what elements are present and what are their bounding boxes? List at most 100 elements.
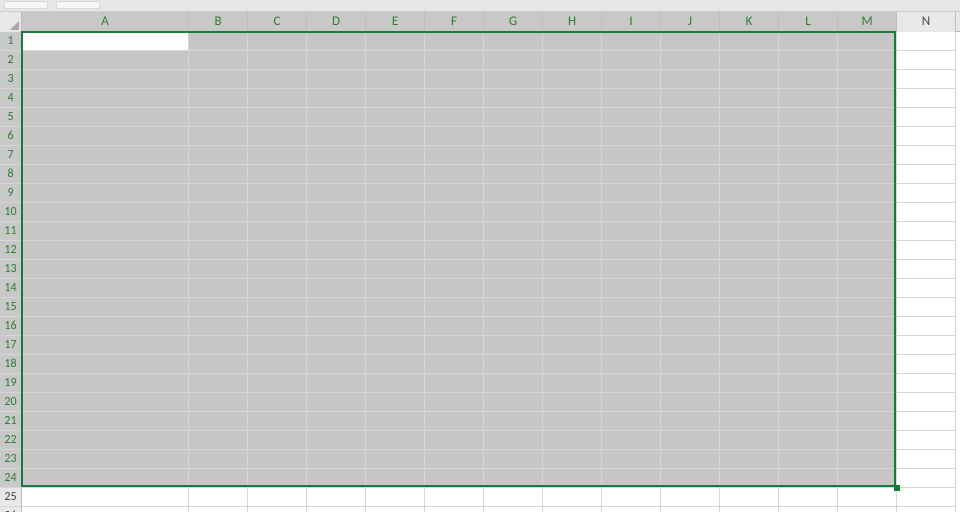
cell-D17[interactable]: [307, 336, 366, 355]
cell-J9[interactable]: [661, 184, 720, 203]
cell-J20[interactable]: [661, 393, 720, 412]
cell-I25[interactable]: [602, 488, 661, 507]
cell-L26[interactable]: [779, 507, 838, 512]
cell-D9[interactable]: [307, 184, 366, 203]
cell-K13[interactable]: [720, 260, 779, 279]
cell-D6[interactable]: [307, 127, 366, 146]
cell-N22[interactable]: [897, 431, 956, 450]
cell-E19[interactable]: [366, 374, 425, 393]
cell-E18[interactable]: [366, 355, 425, 374]
cell-B19[interactable]: [189, 374, 248, 393]
cell-B14[interactable]: [189, 279, 248, 298]
cell-L2[interactable]: [779, 51, 838, 70]
cell-E9[interactable]: [366, 184, 425, 203]
cell-E24[interactable]: [366, 469, 425, 488]
cell-G14[interactable]: [484, 279, 543, 298]
cell-N16[interactable]: [897, 317, 956, 336]
cell-B26[interactable]: [189, 507, 248, 512]
cell-B20[interactable]: [189, 393, 248, 412]
cell-D13[interactable]: [307, 260, 366, 279]
cell-A1[interactable]: [22, 32, 189, 51]
cell-I1[interactable]: [602, 32, 661, 51]
cell-K5[interactable]: [720, 108, 779, 127]
row-header-17[interactable]: 17: [0, 336, 22, 355]
cell-C7[interactable]: [248, 146, 307, 165]
cell-N21[interactable]: [897, 412, 956, 431]
cell-L25[interactable]: [779, 488, 838, 507]
cell-H8[interactable]: [543, 165, 602, 184]
cell-B16[interactable]: [189, 317, 248, 336]
cell-B15[interactable]: [189, 298, 248, 317]
cell-K21[interactable]: [720, 412, 779, 431]
cell-A23[interactable]: [22, 450, 189, 469]
cell-A19[interactable]: [22, 374, 189, 393]
cell-C13[interactable]: [248, 260, 307, 279]
cell-G3[interactable]: [484, 70, 543, 89]
cell-I5[interactable]: [602, 108, 661, 127]
cell-B9[interactable]: [189, 184, 248, 203]
cell-H4[interactable]: [543, 89, 602, 108]
cell-A21[interactable]: [22, 412, 189, 431]
cell-H21[interactable]: [543, 412, 602, 431]
cell-J16[interactable]: [661, 317, 720, 336]
cell-H22[interactable]: [543, 431, 602, 450]
cell-N17[interactable]: [897, 336, 956, 355]
cell-F5[interactable]: [425, 108, 484, 127]
cell-E2[interactable]: [366, 51, 425, 70]
cell-L4[interactable]: [779, 89, 838, 108]
cell-J17[interactable]: [661, 336, 720, 355]
cell-J8[interactable]: [661, 165, 720, 184]
cell-K15[interactable]: [720, 298, 779, 317]
cell-C25[interactable]: [248, 488, 307, 507]
cell-G4[interactable]: [484, 89, 543, 108]
cell-B22[interactable]: [189, 431, 248, 450]
row-header-20[interactable]: 20: [0, 393, 22, 412]
cell-B11[interactable]: [189, 222, 248, 241]
row-header-11[interactable]: 11: [0, 222, 22, 241]
cell-H23[interactable]: [543, 450, 602, 469]
cell-H3[interactable]: [543, 70, 602, 89]
cell-C15[interactable]: [248, 298, 307, 317]
cell-F16[interactable]: [425, 317, 484, 336]
cell-F25[interactable]: [425, 488, 484, 507]
cell-F13[interactable]: [425, 260, 484, 279]
cell-K9[interactable]: [720, 184, 779, 203]
cell-I17[interactable]: [602, 336, 661, 355]
cell-C11[interactable]: [248, 222, 307, 241]
cell-C22[interactable]: [248, 431, 307, 450]
cell-B7[interactable]: [189, 146, 248, 165]
cell-L11[interactable]: [779, 222, 838, 241]
cell-F6[interactable]: [425, 127, 484, 146]
cell-C24[interactable]: [248, 469, 307, 488]
cell-G2[interactable]: [484, 51, 543, 70]
cell-D22[interactable]: [307, 431, 366, 450]
cell-D19[interactable]: [307, 374, 366, 393]
cell-I10[interactable]: [602, 203, 661, 222]
cell-H10[interactable]: [543, 203, 602, 222]
cell-J22[interactable]: [661, 431, 720, 450]
cell-F14[interactable]: [425, 279, 484, 298]
cell-J4[interactable]: [661, 89, 720, 108]
cell-C6[interactable]: [248, 127, 307, 146]
cell-C21[interactable]: [248, 412, 307, 431]
cell-M3[interactable]: [838, 70, 897, 89]
cell-E14[interactable]: [366, 279, 425, 298]
cell-G12[interactable]: [484, 241, 543, 260]
cell-N20[interactable]: [897, 393, 956, 412]
cell-B12[interactable]: [189, 241, 248, 260]
cell-K17[interactable]: [720, 336, 779, 355]
cell-F26[interactable]: [425, 507, 484, 512]
cell-N3[interactable]: [897, 70, 956, 89]
cell-I9[interactable]: [602, 184, 661, 203]
cell-N25[interactable]: [897, 488, 956, 507]
cell-D26[interactable]: [307, 507, 366, 512]
cell-M18[interactable]: [838, 355, 897, 374]
cell-C20[interactable]: [248, 393, 307, 412]
cell-D11[interactable]: [307, 222, 366, 241]
cell-F12[interactable]: [425, 241, 484, 260]
cell-N10[interactable]: [897, 203, 956, 222]
cell-D14[interactable]: [307, 279, 366, 298]
column-header-H[interactable]: H: [543, 12, 602, 32]
cell-K14[interactable]: [720, 279, 779, 298]
cell-B6[interactable]: [189, 127, 248, 146]
